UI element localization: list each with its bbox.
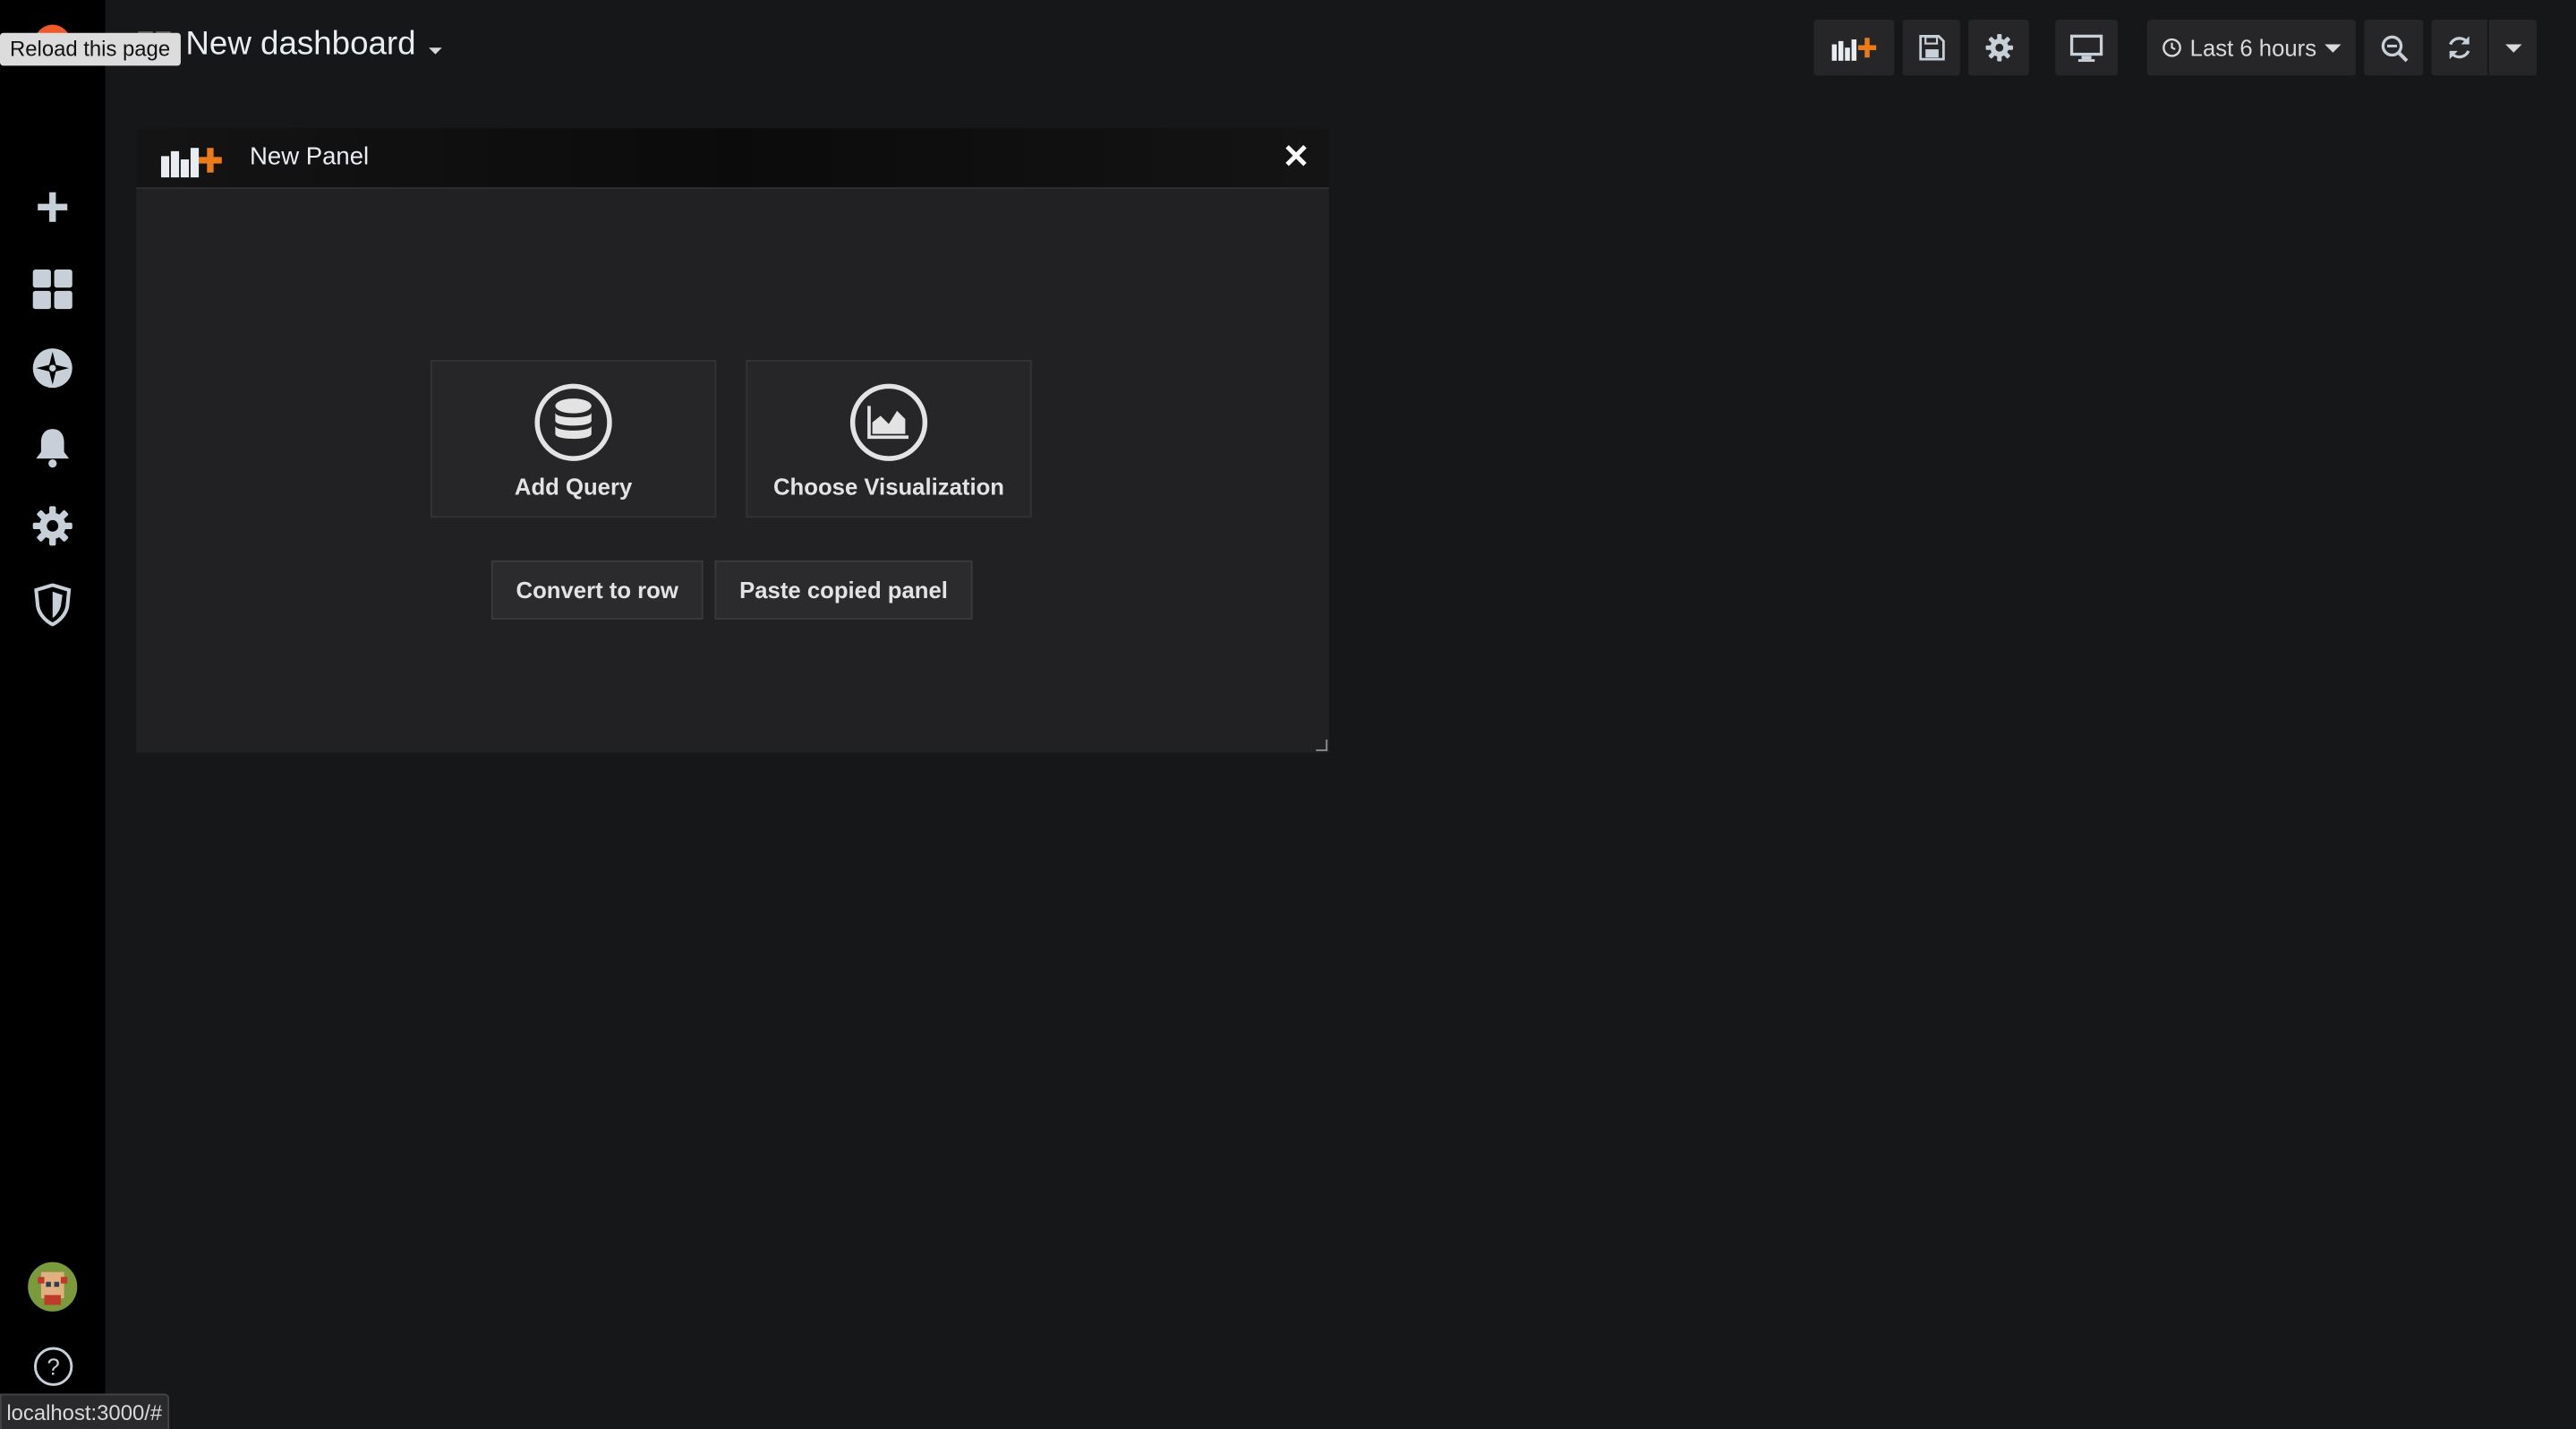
add-panel-icon bbox=[1830, 38, 1876, 61]
panel-title: New Panel bbox=[249, 142, 370, 171]
time-range-picker[interactable]: Last 6 hours bbox=[2146, 20, 2357, 76]
refresh-interval-dropdown[interactable] bbox=[2488, 20, 2538, 76]
time-range-label: Last 6 hours bbox=[2189, 34, 2317, 61]
app-root: ? Reload this page New dashboard Last 6 … bbox=[0, 0, 2576, 1429]
choose-visualization-button[interactable]: Choose Visualization bbox=[746, 359, 1032, 518]
sidebar: ? bbox=[0, 0, 106, 1429]
chevron-down-icon bbox=[2324, 43, 2341, 52]
zoom-out-button[interactable] bbox=[2364, 20, 2424, 76]
chevron-down-icon bbox=[2504, 43, 2521, 52]
configuration-gear-icon[interactable] bbox=[30, 503, 75, 549]
save-dashboard-button[interactable] bbox=[1902, 20, 1960, 76]
dashboards-icon[interactable] bbox=[30, 266, 75, 312]
monitor-icon bbox=[2069, 33, 2103, 62]
save-icon bbox=[1918, 35, 1944, 61]
dashboard-settings-button[interactable] bbox=[1967, 20, 2029, 76]
database-icon bbox=[534, 383, 612, 461]
clock-icon bbox=[2162, 38, 2181, 57]
choose-visualization-label: Choose Visualization bbox=[773, 473, 1004, 500]
convert-to-row-button[interactable]: Convert to row bbox=[490, 560, 704, 620]
refresh-icon bbox=[2449, 36, 2470, 60]
add-panel-button[interactable] bbox=[1813, 20, 1895, 76]
cycle-view-mode-button[interactable] bbox=[2055, 20, 2118, 76]
zoom-out-icon bbox=[2380, 34, 2408, 62]
alerting-bell-icon[interactable] bbox=[30, 424, 75, 470]
svg-text:?: ? bbox=[47, 1355, 60, 1380]
add-query-label: Add Query bbox=[514, 473, 633, 500]
panel-resize-handle[interactable] bbox=[1316, 739, 1328, 751]
add-query-button[interactable]: Add Query bbox=[430, 359, 717, 518]
chevron-down-icon bbox=[429, 47, 442, 54]
close-icon[interactable]: ✕ bbox=[1282, 141, 1311, 175]
paste-copied-panel-button[interactable]: Paste copied panel bbox=[714, 560, 973, 620]
reload-tooltip: Reload this page bbox=[0, 32, 181, 66]
status-bar-url: localhost:3000/# bbox=[0, 1393, 169, 1429]
panel-header[interactable]: New Panel ✕ bbox=[136, 128, 1329, 190]
dashboard-title: New dashboard bbox=[185, 26, 416, 63]
server-admin-shield-icon[interactable] bbox=[30, 582, 75, 628]
explore-compass-icon[interactable] bbox=[30, 345, 75, 390]
add-panel-icon bbox=[160, 141, 224, 178]
plus-icon[interactable] bbox=[30, 184, 75, 230]
avatar[interactable] bbox=[28, 1262, 78, 1312]
help-icon[interactable]: ? bbox=[33, 1346, 74, 1387]
refresh-button[interactable] bbox=[2431, 20, 2487, 76]
new-panel: New Panel ✕ Add Query Choose Visualizati… bbox=[136, 128, 1329, 753]
dashboard-title-picker[interactable]: New dashboard bbox=[185, 26, 442, 64]
area-chart-icon bbox=[849, 383, 928, 461]
gear-icon bbox=[1984, 33, 2013, 62]
